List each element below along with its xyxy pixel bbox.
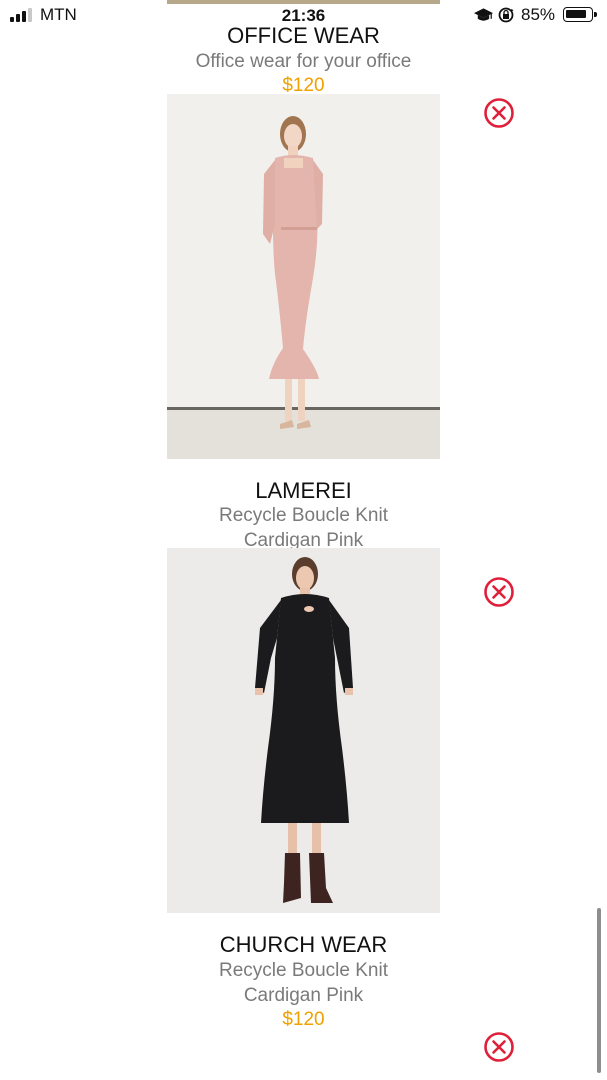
battery-percent: 85%	[521, 5, 556, 24]
product-title: LAMEREI	[255, 478, 352, 503]
product-title: CHURCH WEAR	[219, 932, 388, 957]
product-description: Office wear for your office	[195, 51, 412, 72]
product-description: Recycle Boucle Knit Cardigan Pink	[0, 503, 607, 553]
description-line: Cardigan Pink	[243, 985, 364, 1006]
remove-icon[interactable]	[483, 576, 515, 608]
scrollbar[interactable]	[597, 908, 601, 1073]
product-description: Recycle Boucle Knit Cardigan Pink	[0, 958, 607, 1008]
pink-dress-product-image[interactable]	[167, 94, 440, 459]
black-dress-product-image[interactable]	[167, 548, 440, 913]
status-icons: 85%	[467, 4, 607, 26]
remove-icon[interactable]	[483, 1031, 515, 1063]
description-line: Recycle Boucle Knit	[219, 960, 388, 981]
graduation-cap-icon	[474, 8, 493, 21]
status-bar: MTN 21:36 85%	[0, 0, 607, 30]
product-card[interactable]: CHURCH WEAR Recycle Boucle Knit Cardigan…	[0, 920, 607, 1080]
rotation-lock-icon	[498, 7, 514, 23]
description-line: Recycle Boucle Knit	[219, 505, 388, 526]
product-price: $120	[282, 1009, 325, 1030]
product-card[interactable]: LAMEREI Recycle Boucle Knit Cardigan Pin…	[0, 460, 607, 920]
battery-icon	[563, 7, 597, 22]
remove-icon[interactable]	[483, 97, 515, 129]
product-card[interactable]: OFFICE WEAR Office wear for your office …	[0, 0, 607, 460]
